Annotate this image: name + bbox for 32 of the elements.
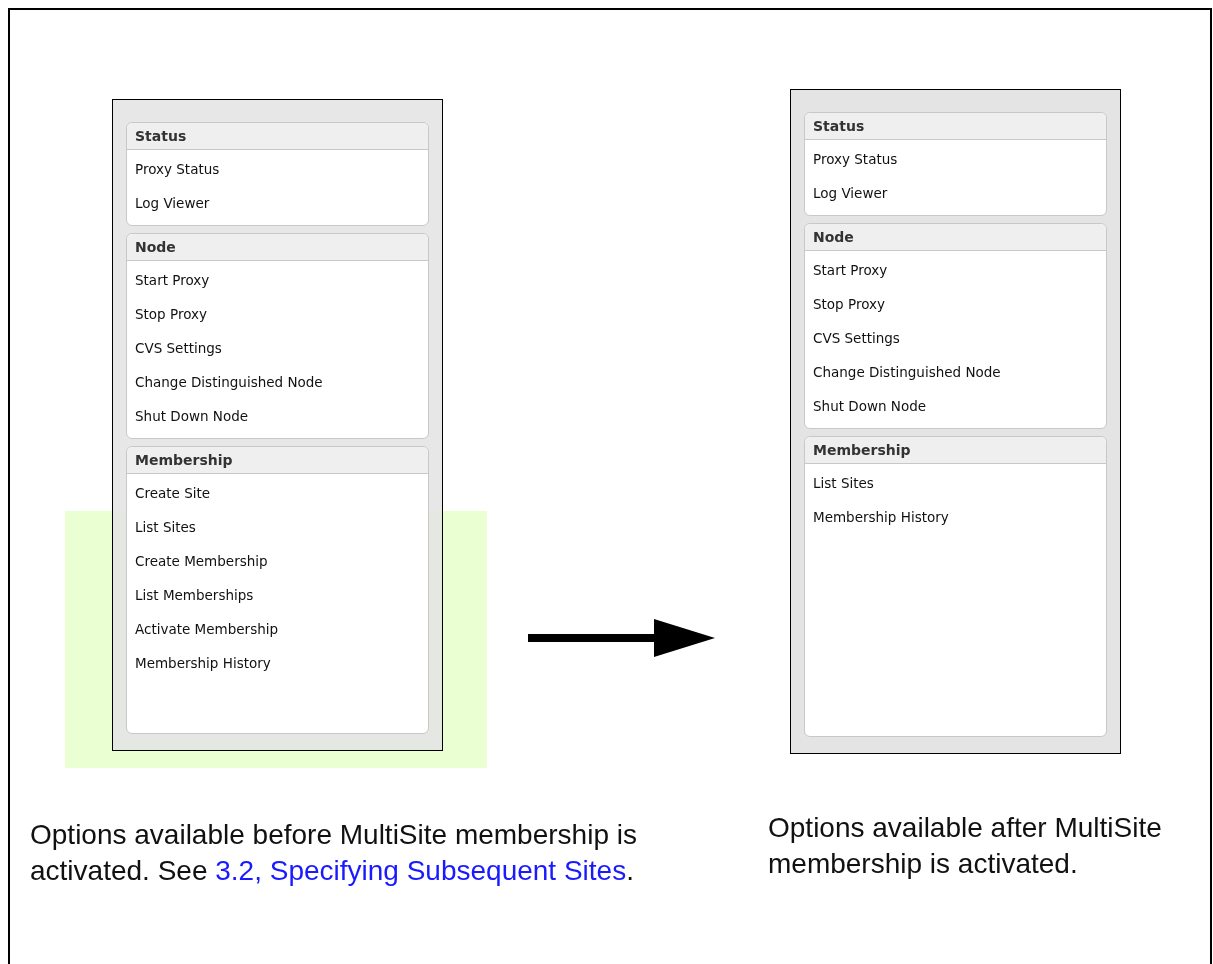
menu-item[interactable]: Stop Proxy (135, 297, 420, 331)
menu-item[interactable]: CVS Settings (135, 331, 420, 365)
caption: Options available before MultiSite membership is activated. See 3.2, Specifying Subsequent Sites. (30, 818, 638, 888)
menu-item[interactable]: Proxy Status (813, 142, 1098, 176)
menu-item[interactable]: Create Site (135, 476, 420, 510)
menu-item[interactable]: Change Distinguished Node (813, 355, 1098, 389)
menu-item[interactable]: List Sites (813, 466, 1098, 500)
menu-item[interactable]: Log Viewer (135, 186, 420, 220)
menu-item[interactable]: Log Viewer (813, 176, 1098, 210)
menu-item[interactable]: Create Membership (135, 544, 420, 578)
group-header: Membership (127, 447, 428, 474)
menu-item[interactable]: Change Distinguished Node (135, 365, 420, 399)
menu-item[interactable]: Membership History (813, 500, 1098, 534)
group-header: Status (805, 113, 1106, 140)
group-header: Membership (805, 437, 1106, 464)
group-header: Status (127, 123, 428, 150)
menu-item[interactable]: Start Proxy (135, 263, 420, 297)
section-link[interactable]: 3.2, Specifying Subsequent Sites (215, 855, 627, 886)
menu-item[interactable]: Proxy Status (135, 152, 420, 186)
menu-item[interactable]: Membership History (135, 646, 420, 680)
menu-item[interactable]: Stop Proxy (813, 287, 1098, 321)
group-header: Node (127, 234, 428, 261)
menu-item[interactable]: List Memberships (135, 578, 420, 612)
menu-item[interactable]: Activate Membership (135, 612, 420, 646)
menu-item[interactable]: Shut Down Node (135, 399, 420, 433)
group-header: Node (805, 224, 1106, 251)
menu-item[interactable]: Shut Down Node (813, 389, 1098, 423)
menu-item[interactable]: Start Proxy (813, 253, 1098, 287)
menu-item[interactable]: List Sites (135, 510, 420, 544)
arrow-icon (528, 619, 715, 657)
caption: Options available after MultiSite membership is activated. (768, 811, 1163, 881)
menu-item[interactable]: CVS Settings (813, 321, 1098, 355)
